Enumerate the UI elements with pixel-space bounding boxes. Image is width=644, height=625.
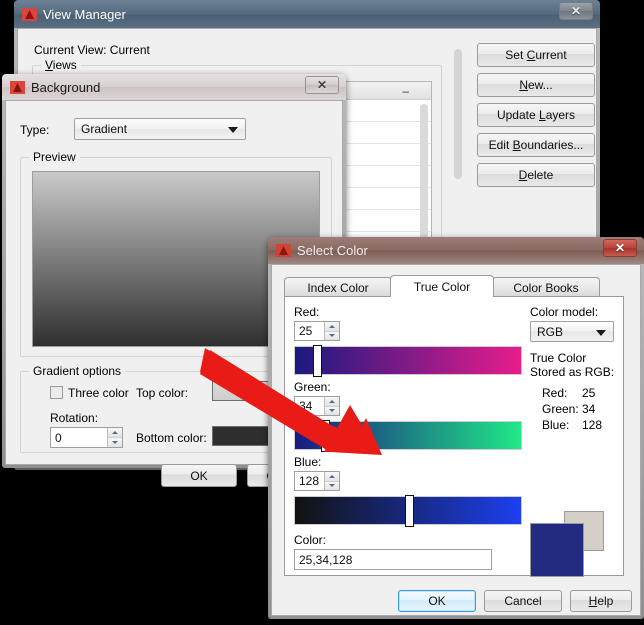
autocad-logo-icon [276,244,291,257]
blue-slider-thumb[interactable] [405,495,415,527]
select-color-help-button[interactable]: Help [570,590,632,612]
green-spinner[interactable]: 34 [294,396,340,416]
blue-spinner[interactable]: 128 [294,471,340,491]
red-label: Red: [294,305,320,319]
edit-boundaries-button[interactable]: Edit Boundaries... [477,133,595,157]
spinner-down-icon[interactable] [325,330,339,340]
spinner-up-icon[interactable] [325,322,339,331]
red-value: 25 [299,324,313,338]
views-group-label: Views [41,58,81,72]
color-model-combobox[interactable]: RGB [530,321,614,342]
green-value: 34 [299,399,313,413]
select-color-ok-button[interactable]: OK [398,590,476,612]
rotation-value: 0 [55,430,62,445]
set-current-button[interactable]: Set Current [477,43,595,67]
background-dialog-close-button[interactable]: ✕ [305,76,339,94]
views-collapse-icon[interactable]: – [402,84,409,98]
spinner-up-icon[interactable] [325,397,339,406]
red-slider-track[interactable] [294,345,522,377]
new-color-swatch [530,523,584,577]
type-combobox[interactable]: Gradient [74,118,246,140]
type-label: Type: [20,123,50,137]
spinner-up-icon[interactable] [325,472,339,481]
green-slider-thumb[interactable] [321,420,331,452]
color-tabstrip: Index Color True Color Color Books [284,275,624,297]
stored-red-label: Red: [542,386,568,400]
bottom-color-label: Bottom color: [136,431,207,445]
stored-red-value: 25 [582,386,596,400]
stored-blue-value: 128 [582,418,603,432]
color-model-value: RGB [537,324,564,339]
blue-label: Blue: [294,455,322,469]
spinner-down-icon[interactable] [325,405,339,415]
rotation-spin-buttons[interactable] [107,428,122,447]
top-color-label: Top color: [136,386,189,400]
background-ok-button[interactable]: OK [161,464,237,487]
update-layers-button[interactable]: Update Layers [477,103,595,127]
red-slider-thumb[interactable] [313,345,323,377]
update-layers-label: Update Layers [496,108,576,122]
new-button[interactable]: New... [477,73,595,97]
background-dialog-title: Background [31,79,101,95]
set-current-label: Set Current [505,48,567,62]
delete-button[interactable]: Delete [477,163,595,187]
tab-color-books[interactable]: Color Books [492,277,600,297]
select-color-titlebar[interactable]: Select Color [268,237,644,264]
background-dialog-titlebar[interactable]: Background [2,74,346,100]
select-color-close-button[interactable]: ✕ [603,239,637,257]
blue-slider-track[interactable] [294,495,522,527]
tab-true-color[interactable]: True Color [390,275,494,297]
red-spinner[interactable]: 25 [294,321,340,341]
rotation-spinner[interactable]: 0 [50,427,123,448]
stored-blue-label: Blue: [542,418,570,432]
new-label: New... [519,78,553,92]
button-column-rail [454,49,462,179]
select-color-cancel-button[interactable]: Cancel [484,590,562,612]
autocad-logo-icon [10,80,25,94]
select-color-dialog: Select Color ✕ Index Color True Color Co… [268,237,644,619]
view-manager-close-button[interactable]: ✕ [559,2,593,20]
autocad-logo-icon [22,7,37,21]
preview-group-label: Preview [29,150,80,164]
select-color-title: Select Color [297,243,368,258]
rotation-label: Rotation: [50,411,99,425]
red-spin-buttons[interactable] [324,322,339,340]
spinner-up-icon[interactable] [108,428,122,437]
green-slider-track[interactable] [294,420,522,452]
green-spin-buttons[interactable] [324,397,339,415]
green-label: Green: [294,380,331,394]
stored-green-label: Green: [542,402,579,416]
chevron-down-icon[interactable] [228,127,238,133]
gradient-options-label: Gradient options [29,364,126,378]
type-combobox-value: Gradient [81,122,128,136]
select-color-body: Index Color True Color Color Books Red: … [271,264,641,616]
tab-index-color[interactable]: Index Color [284,277,392,297]
spinner-down-icon[interactable] [108,437,122,447]
color-model-label: Color model: [530,305,599,319]
three-color-label: Three color [68,386,129,400]
stored-green-value: 34 [582,402,596,416]
delete-label: Delete [518,168,554,182]
chevron-down-icon[interactable] [596,329,606,336]
color-label: Color: [294,533,327,547]
edit-boundaries-label: Edit Boundaries... [488,138,584,152]
blue-value: 128 [299,474,320,488]
true-color-stored-label: True Color Stored as RGB: [530,351,615,379]
help-label: Help [588,594,614,608]
spinner-down-icon[interactable] [325,480,339,490]
color-input[interactable]: 25,34,128 [294,549,492,570]
three-color-checkbox[interactable] [50,386,63,399]
view-manager-title: View Manager [43,6,126,22]
view-manager-titlebar[interactable]: View Manager [14,0,600,28]
screenshot-root: View Manager ✕ Current View: Current Vie… [0,0,644,625]
blue-spin-buttons[interactable] [324,472,339,490]
current-view-label: Current View: Current [34,43,150,57]
